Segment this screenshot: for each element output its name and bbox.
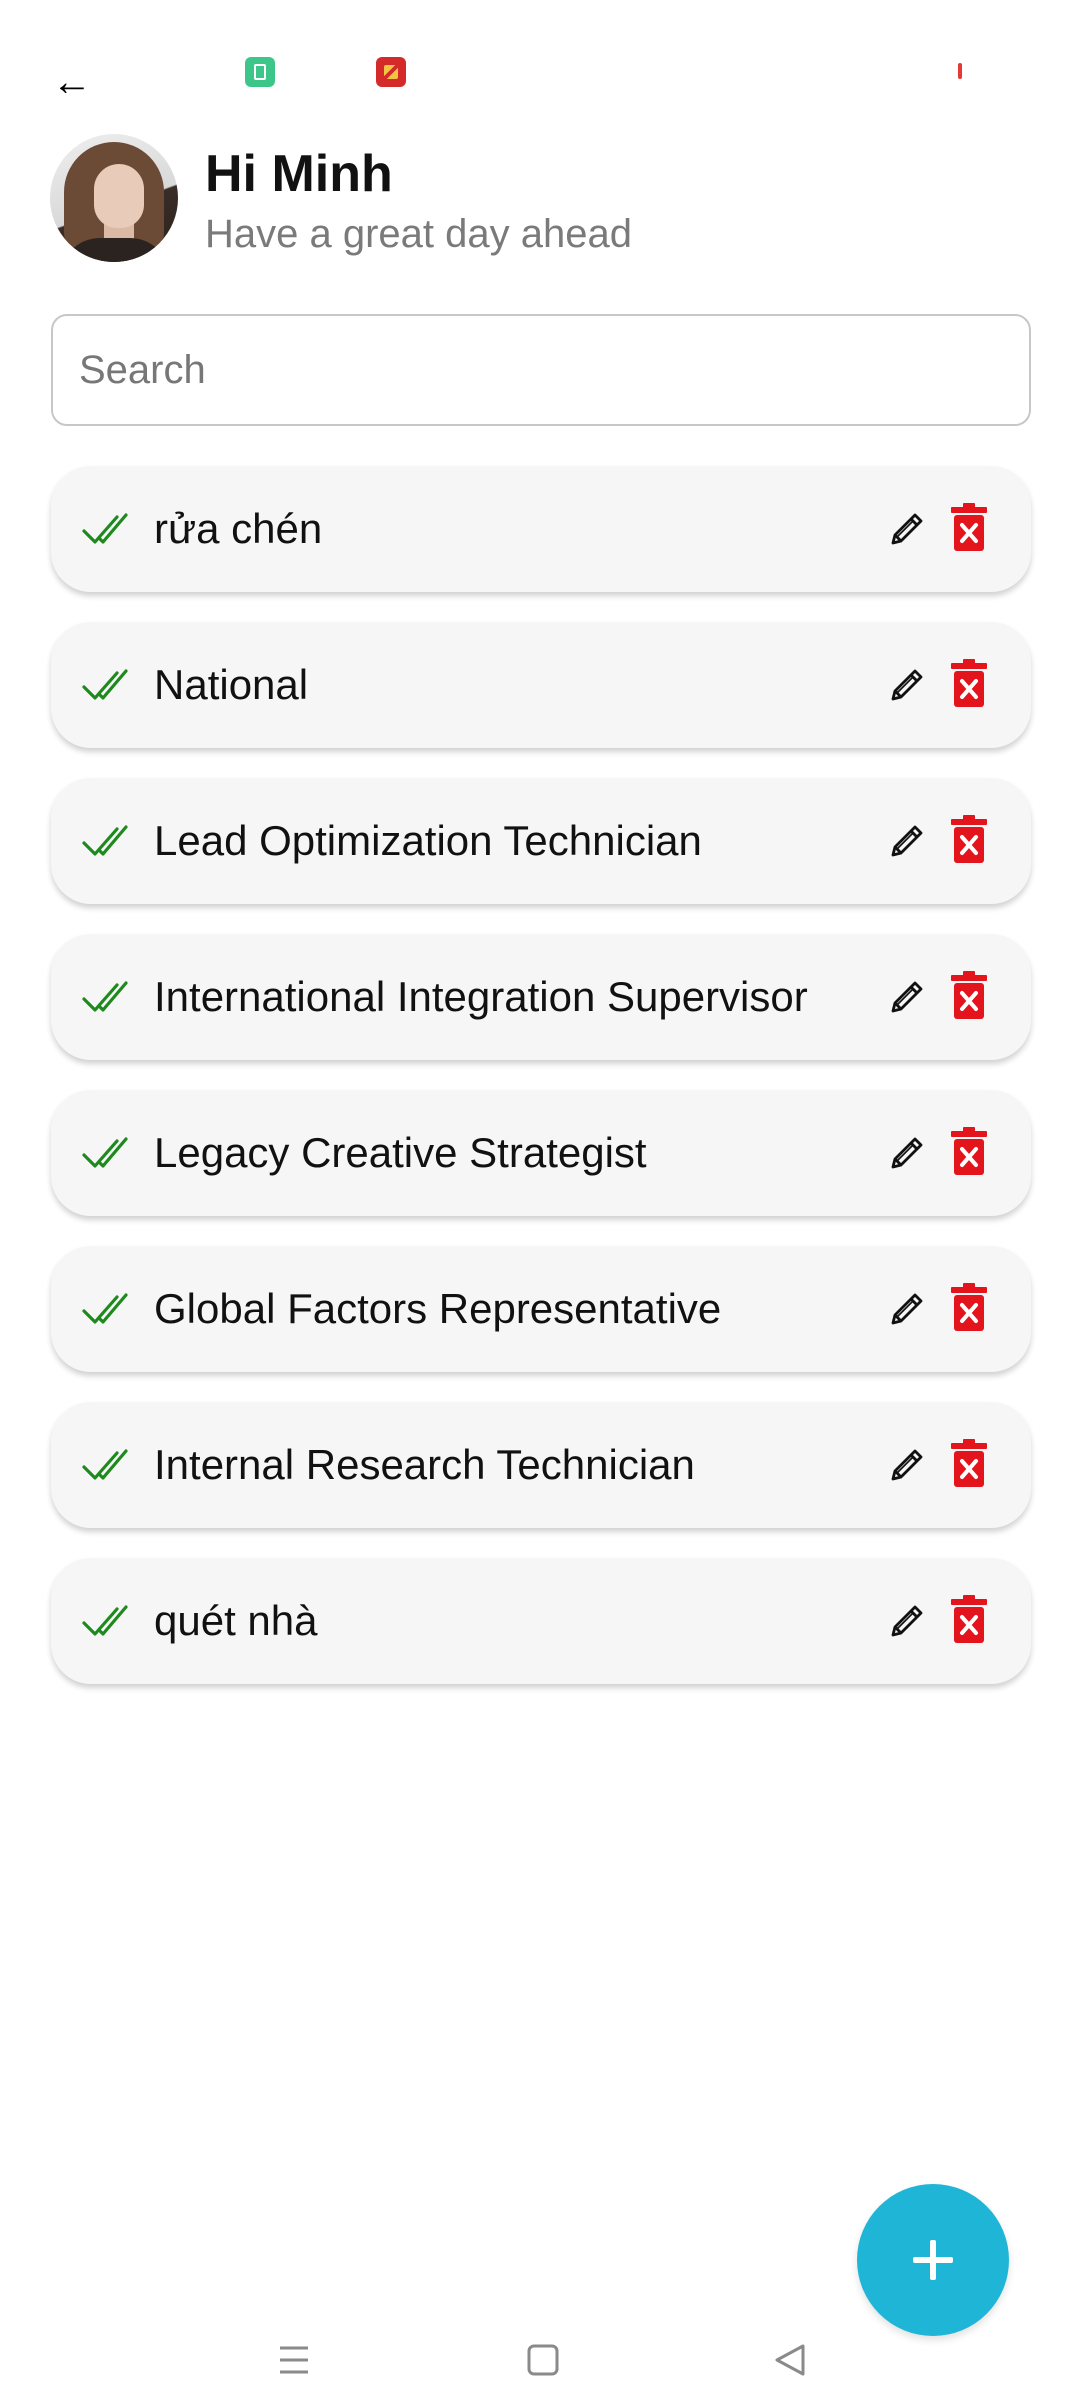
pencil-icon[interactable] bbox=[885, 1599, 929, 1643]
double-check-icon[interactable] bbox=[81, 1133, 129, 1173]
task-item[interactable]: International Integration Supervisor bbox=[51, 934, 1031, 1060]
double-check-icon[interactable] bbox=[81, 977, 129, 1017]
todo-screen: ← Hi Minh Have a great day ahead rửa ché… bbox=[0, 0, 1080, 2400]
task-title: International Integration Supervisor bbox=[154, 973, 808, 1020]
task-title: Legacy Creative Strategist bbox=[154, 1129, 647, 1176]
greeting-subtitle: Have a great day ahead bbox=[205, 212, 632, 256]
greeting-title: Hi Minh bbox=[205, 145, 393, 203]
trash-delete-icon[interactable] bbox=[950, 1438, 988, 1488]
task-title: Internal Research Technician bbox=[154, 1441, 695, 1488]
trash-delete-icon[interactable] bbox=[950, 1594, 988, 1644]
task-item[interactable]: Legacy Creative Strategist bbox=[51, 1090, 1031, 1216]
task-item[interactable]: National bbox=[51, 622, 1031, 748]
menu-icon[interactable] bbox=[272, 2338, 316, 2382]
double-check-icon[interactable] bbox=[81, 665, 129, 705]
pencil-icon[interactable] bbox=[885, 975, 929, 1019]
trash-delete-icon[interactable] bbox=[950, 1282, 988, 1332]
trash-delete-icon[interactable] bbox=[950, 658, 988, 708]
pencil-icon[interactable] bbox=[885, 1287, 929, 1331]
home-square-icon[interactable] bbox=[521, 2338, 565, 2382]
task-item[interactable]: Lead Optimization Technician bbox=[51, 778, 1031, 904]
trash-delete-icon[interactable] bbox=[950, 502, 988, 552]
notification-dot-icon bbox=[958, 63, 962, 79]
task-item[interactable]: rửa chén bbox=[51, 466, 1031, 592]
task-title: Lead Optimization Technician bbox=[154, 817, 702, 864]
task-title: National bbox=[154, 661, 309, 708]
double-check-icon[interactable] bbox=[81, 821, 129, 861]
task-item[interactable]: Global Factors Representative bbox=[51, 1246, 1031, 1372]
back-arrow-button[interactable]: ← bbox=[50, 60, 94, 104]
trash-delete-icon[interactable] bbox=[950, 1126, 988, 1176]
pencil-icon[interactable] bbox=[885, 663, 929, 707]
status-bar: ← bbox=[0, 0, 1080, 140]
back-triangle-icon[interactable] bbox=[769, 2338, 813, 2382]
pencil-icon[interactable] bbox=[885, 819, 929, 863]
double-check-icon[interactable] bbox=[81, 1601, 129, 1641]
add-task-button[interactable] bbox=[857, 2184, 1009, 2336]
pencil-icon[interactable] bbox=[885, 1131, 929, 1175]
game-app-icon bbox=[376, 57, 406, 87]
battery-app-icon bbox=[245, 57, 275, 87]
double-check-icon[interactable] bbox=[81, 1289, 129, 1329]
task-title: rửa chén bbox=[154, 505, 323, 552]
search-input[interactable] bbox=[53, 316, 1029, 424]
task-title: Global Factors Representative bbox=[154, 1285, 722, 1332]
plus-icon-bar bbox=[913, 2257, 953, 2263]
search-box bbox=[51, 314, 1031, 426]
task-item[interactable]: Internal Research Technician bbox=[51, 1402, 1031, 1528]
task-item[interactable]: quét nhà bbox=[51, 1558, 1031, 1684]
double-check-icon[interactable] bbox=[81, 509, 129, 549]
pencil-icon[interactable] bbox=[885, 1443, 929, 1487]
task-list: rửa chén National Lead Optimization Techni… bbox=[51, 466, 1031, 1714]
trash-delete-icon[interactable] bbox=[950, 970, 988, 1020]
greeting-header: Hi Minh Have a great day ahead bbox=[50, 132, 1030, 272]
pencil-icon[interactable] bbox=[885, 507, 929, 551]
user-avatar[interactable] bbox=[50, 134, 178, 262]
trash-delete-icon[interactable] bbox=[950, 814, 988, 864]
system-nav-bar bbox=[0, 2320, 1080, 2400]
task-title: quét nhà bbox=[154, 1597, 318, 1644]
double-check-icon[interactable] bbox=[81, 1445, 129, 1485]
